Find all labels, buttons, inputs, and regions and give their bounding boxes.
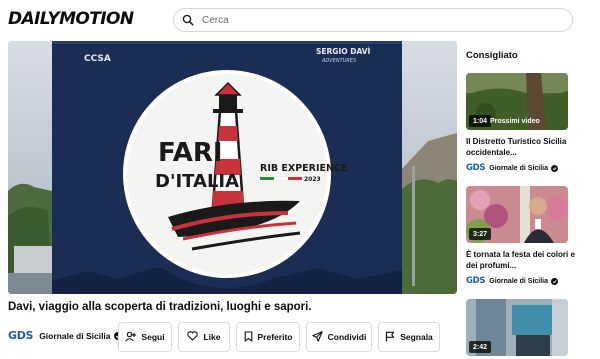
like-button[interactable]: Like <box>178 322 230 352</box>
video-duration: 1:04 <box>469 115 492 127</box>
bookmark-icon <box>244 330 253 344</box>
search-input[interactable] <box>202 10 542 30</box>
favorite-label: Preferito <box>257 332 293 342</box>
share-button[interactable]: Condividi <box>306 322 372 352</box>
share-label: Condividi <box>327 332 367 342</box>
dailymotion-logo[interactable]: DAILYMOTION <box>8 9 134 29</box>
follow-button[interactable]: Segui <box>118 322 172 352</box>
favorite-button[interactable]: Preferito <box>236 322 300 352</box>
video-duration: 2:42 <box>469 341 492 353</box>
channel-name[interactable]: Giornale di Sicilia <box>39 331 110 341</box>
search-bar[interactable] <box>173 8 573 32</box>
top-bar: DAILYMOTION <box>0 0 600 40</box>
recommended-thumbnail[interactable]: 3:27 <box>466 186 568 243</box>
banner-title-line2: D'ITALIA <box>155 171 239 192</box>
video-actions: GDS Giornale di Sicilia Segui Like Prefe… <box>8 322 460 352</box>
video-player[interactable]: CCSA SERGIO DAVÌ ADVENTURES FARI D'ITALI… <box>8 41 457 294</box>
user-plus-icon <box>125 331 137 344</box>
channel-logo[interactable]: GDS <box>8 329 33 342</box>
channel-name: Giornale di Sicilia <box>489 277 549 285</box>
heart-icon <box>187 331 199 343</box>
verified-icon <box>551 277 559 285</box>
banner-subtitle: RIB EXPERIENCE <box>260 163 347 174</box>
channel-info[interactable]: GDS Giornale di Sicilia <box>8 329 122 342</box>
recommended-thumbnail[interactable]: 1:04 Prossimi video <box>466 73 568 130</box>
channel-logo: GDS <box>466 163 486 173</box>
report-label: Segnala <box>400 332 433 342</box>
video-duration: 3:27 <box>469 228 492 240</box>
verified-icon <box>551 164 559 172</box>
recommended-title[interactable]: Il Distretto Turistico Sicilia occidenta… <box>466 136 576 158</box>
like-label: Like <box>203 332 221 342</box>
sponsor-tagline: ADVENTURES <box>321 58 357 64</box>
search-icon[interactable] <box>174 9 202 31</box>
recommended-heading: Consigliato <box>466 50 518 61</box>
recommended-title[interactable]: È tornata la festa dei colori e dei prof… <box>466 249 576 271</box>
report-button[interactable]: Segnala <box>378 322 440 352</box>
banner-year: 2023 <box>304 176 321 183</box>
banner-title-line1: FARI <box>158 138 223 168</box>
follow-label: Segui <box>141 332 165 342</box>
flag-icon <box>385 331 395 344</box>
video-frame: CCSA SERGIO DAVÌ ADVENTURES FARI D'ITALI… <box>8 41 457 294</box>
next-video-label: Prossimi video <box>490 117 540 125</box>
partner-logo: CCSA <box>84 54 111 64</box>
sponsor-name: SERGIO DAVÌ <box>316 47 371 56</box>
channel-logo: GDS <box>466 276 486 286</box>
channel-name: Giornale di Sicilia <box>489 164 549 172</box>
video-title: Davi, viaggio alla scoperta di tradizion… <box>8 301 312 313</box>
recommended-thumbnail[interactable]: 2:42 <box>466 299 568 356</box>
recommended-channel[interactable]: GDS Giornale di Sicilia <box>466 163 559 173</box>
recommended-channel[interactable]: GDS Giornale di Sicilia <box>466 276 559 286</box>
send-icon <box>311 330 323 344</box>
